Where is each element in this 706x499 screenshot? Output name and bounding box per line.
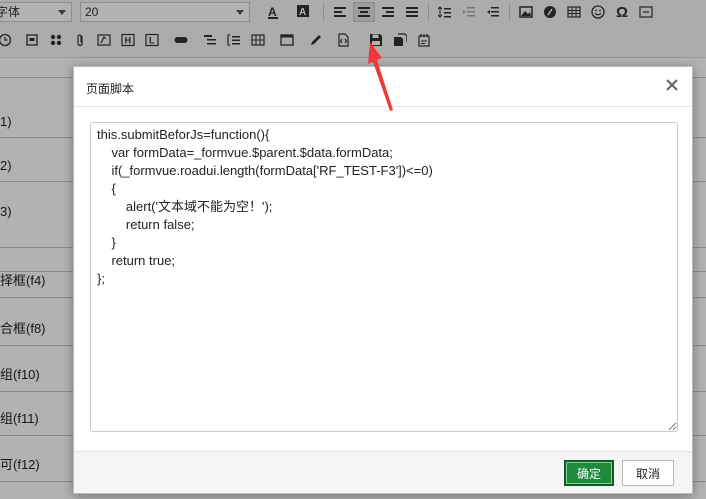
dialog-title: 页面脚本 [86,82,135,96]
ok-button[interactable]: 确定 [564,460,614,486]
script-textarea[interactable]: this.submitBeforJs=function(){ var formD… [90,122,678,432]
page-script-dialog: 页面脚本 this.submitBeforJs=function(){ var … [73,66,693,494]
dialog-body: this.submitBeforJs=function(){ var formD… [90,122,678,432]
cancel-button[interactable]: 取消 [622,460,674,486]
dialog-footer: 确定 取消 [74,451,692,493]
annotation-arrow-icon [368,42,393,111]
close-icon[interactable] [664,77,680,93]
